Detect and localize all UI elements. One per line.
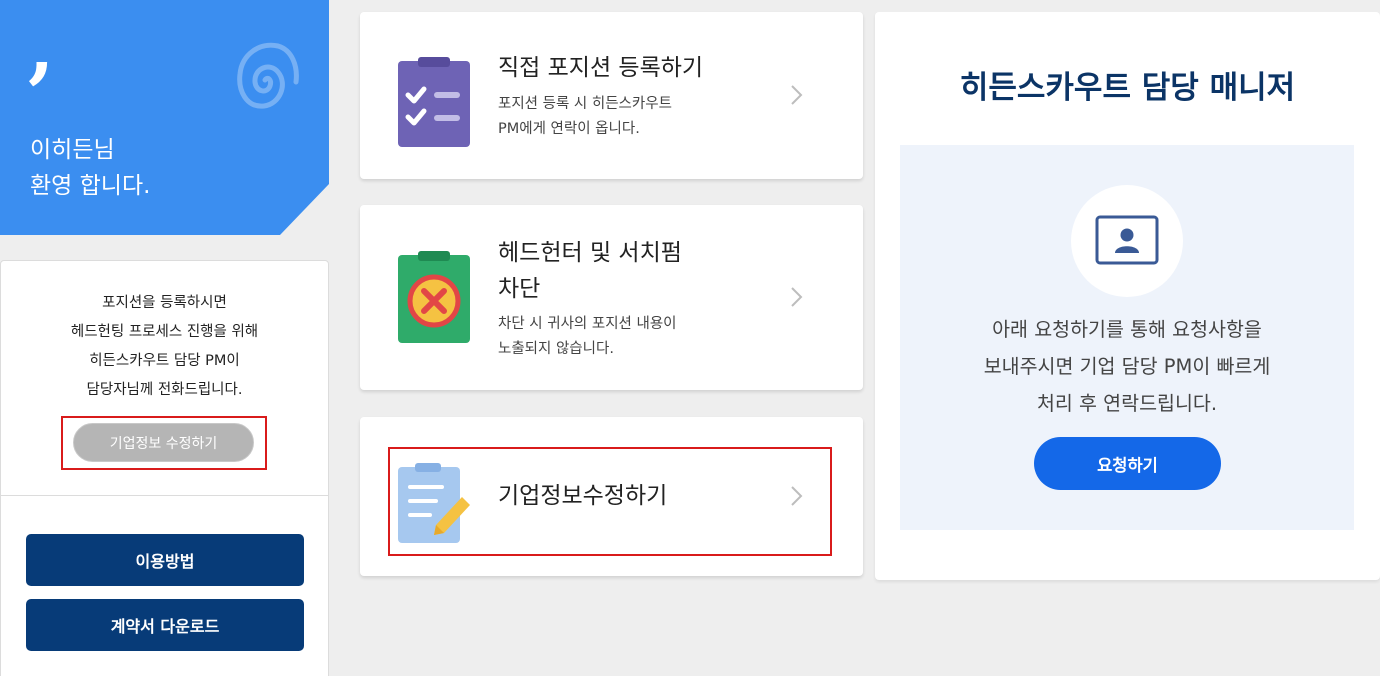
register-position-card[interactable]: 직접 포지션 등록하기 포지션 등록 시 히든스카우트 PM에게 연락이 옵니다… xyxy=(360,12,863,179)
info-card: 포지션을 등록하시면 헤드헌팅 프로세스 진행을 위해 히든스카우트 담당 PM… xyxy=(0,260,329,676)
card-description: 포지션 등록 시 히든스카우트 PM에게 연락이 옵니다. xyxy=(498,92,672,142)
profile-card-icon xyxy=(1095,215,1159,265)
manager-description: 아래 요청하기를 통해 요청사항을 보내주시면 기업 담당 PM이 빠르게 처리… xyxy=(900,311,1354,422)
quote-mark-icon: , xyxy=(28,3,55,92)
info-line: 히든스카우트 담당 PM이 xyxy=(89,353,240,369)
clipboard-checklist-icon xyxy=(398,57,470,147)
info-line: 담당자님께 전화드립니다. xyxy=(86,382,243,398)
avatar xyxy=(1071,185,1183,297)
divider xyxy=(1,495,328,496)
card-desc-line: 노출되지 않습니다. xyxy=(498,341,614,357)
card-title: 직접 포지션 등록하기 xyxy=(498,50,703,86)
greeting-line-1: 이히든님 xyxy=(30,137,115,163)
manager-title: 히든스카우트 담당 매니저 xyxy=(959,70,1296,106)
manager-text-line: 아래 요청하기를 통해 요청사항을 xyxy=(992,318,1262,341)
card-desc-line: 차단 시 귀사의 포지션 내용이 xyxy=(498,316,677,332)
contract-download-button[interactable]: 계약서 다운로드 xyxy=(26,599,304,651)
info-line: 포지션을 등록하시면 xyxy=(102,295,227,311)
greeting-line-2: 환영 합니다. xyxy=(30,173,151,199)
info-text: 포지션을 등록하시면 헤드헌팅 프로세스 진행을 위해 히든스카우트 담당 PM… xyxy=(1,289,328,405)
chevron-right-icon xyxy=(791,287,803,307)
card-title-line: 헤드헌터 및 서치펌 xyxy=(498,240,682,266)
chevron-right-icon xyxy=(791,85,803,105)
card-title-line: 차단 xyxy=(498,276,541,302)
highlight-box xyxy=(388,447,832,556)
spiral-icon xyxy=(237,42,299,109)
request-button[interactable]: 요청하기 xyxy=(1034,437,1221,490)
card-desc-line: PM에게 연락이 옵니다. xyxy=(498,121,640,137)
how-to-use-button[interactable]: 이용방법 xyxy=(26,534,304,586)
card-title: 헤드헌터 및 서치펌 차단 xyxy=(498,235,682,307)
manager-info-box: 아래 요청하기를 통해 요청사항을 보내주시면 기업 담당 PM이 빠르게 처리… xyxy=(900,145,1354,530)
card-description: 차단 시 귀사의 포지션 내용이 노출되지 않습니다. xyxy=(498,312,677,362)
manager-text-line: 보내주시면 기업 담당 PM이 빠르게 xyxy=(983,355,1271,378)
edit-company-info-button[interactable]: 기업정보 수정하기 xyxy=(73,423,254,462)
welcome-banner: , 이히든님 환영 합니다. xyxy=(0,0,329,235)
greeting-text: 이히든님 환영 합니다. xyxy=(30,132,150,204)
highlight-box: 기업정보 수정하기 xyxy=(61,416,267,470)
manager-text-line: 처리 후 연락드립니다. xyxy=(1036,392,1218,415)
card-desc-line: 포지션 등록 시 히든스카우트 xyxy=(498,96,672,112)
block-headhunter-card[interactable]: 헤드헌터 및 서치펌 차단 차단 시 귀사의 포지션 내용이 노출되지 않습니다… xyxy=(360,205,863,390)
manager-card: 히든스카우트 담당 매니저 아래 요청하기를 통해 요청사항을 보내주시면 기업… xyxy=(875,12,1380,580)
card-title-line: 직접 포지션 등록하기 xyxy=(498,55,704,81)
clipboard-block-icon xyxy=(398,251,470,343)
info-line: 헤드헌팅 프로세스 진행을 위해 xyxy=(70,324,259,340)
